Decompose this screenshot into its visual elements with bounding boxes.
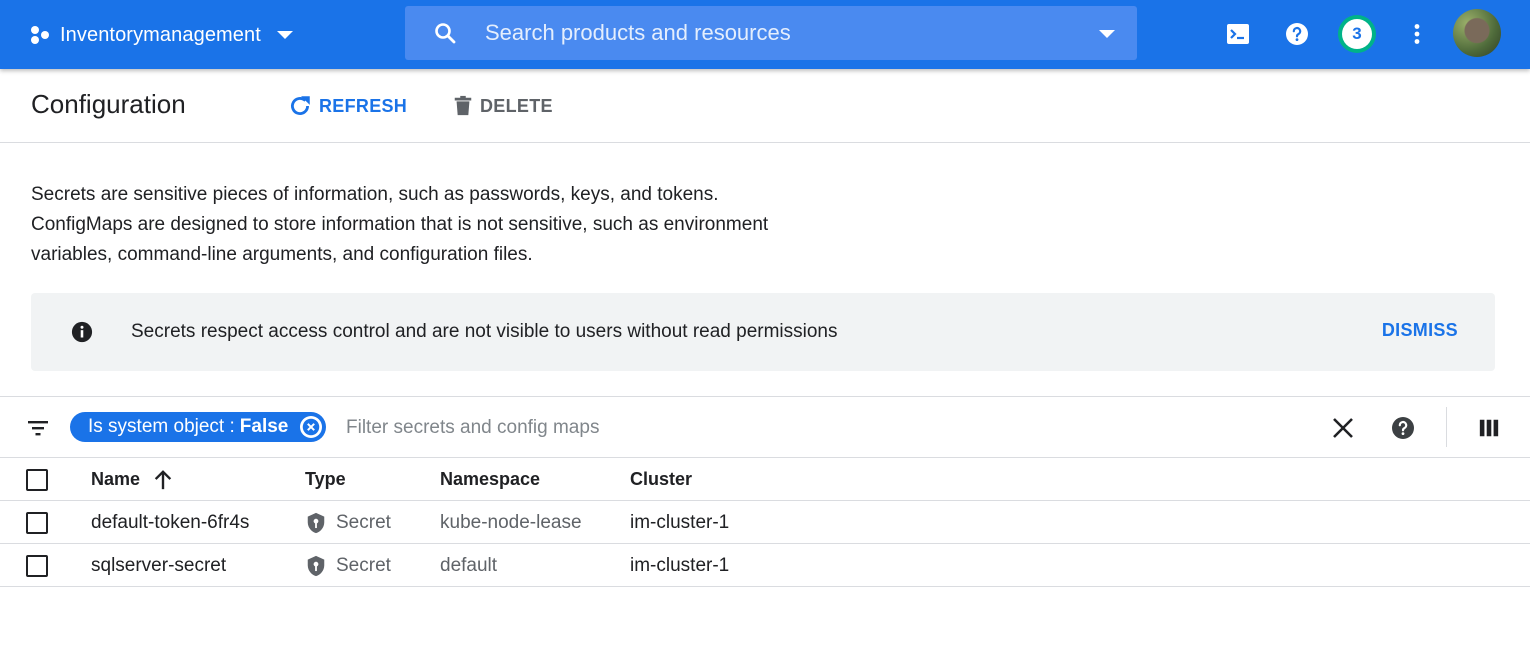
project-dots-icon xyxy=(30,25,50,45)
secret-name-link[interactable]: default-token-6fr4s xyxy=(91,501,249,544)
cloud-shell-button[interactable] xyxy=(1221,17,1255,51)
select-all-checkbox[interactable] xyxy=(26,469,48,491)
description-line-3: variables, command-line arguments, and c… xyxy=(31,244,533,265)
column-header-name-label: Name xyxy=(91,469,141,489)
cluster-cell: im-cluster-1 xyxy=(630,511,730,533)
info-banner: Secrets respect access control and are n… xyxy=(31,293,1495,371)
help-icon xyxy=(1286,23,1308,45)
search-options-chevron-icon[interactable] xyxy=(1099,30,1115,38)
close-circle-icon xyxy=(303,418,320,436)
search-input[interactable] xyxy=(485,18,1065,48)
delete-button[interactable]: DELETE xyxy=(452,91,553,121)
more-vert-icon xyxy=(1414,24,1420,44)
column-header-namespace[interactable]: Namespace xyxy=(440,458,540,501)
chevron-down-icon xyxy=(276,31,293,39)
table-row: default-token-6fr4s Secret kube-node-lea… xyxy=(0,501,1530,544)
notification-count: 3 xyxy=(1342,19,1372,49)
toolbar-divider xyxy=(1446,407,1447,447)
shield-key-icon xyxy=(307,555,325,576)
close-icon xyxy=(1333,418,1353,438)
column-header-type[interactable]: Type xyxy=(305,458,346,501)
filter-bar: Is system object : False xyxy=(0,396,1530,458)
row-checkbox[interactable] xyxy=(26,555,48,577)
table-header-row: Name Type Namespace Cluster xyxy=(0,458,1530,501)
page-description: Secrets are sensitive pieces of informat… xyxy=(31,180,811,270)
column-header-name[interactable]: Name xyxy=(91,458,174,501)
chip-remove-button[interactable] xyxy=(300,416,323,438)
notifications-badge[interactable]: 3 xyxy=(1338,15,1376,53)
refresh-icon xyxy=(291,96,310,115)
delete-label: DELETE xyxy=(480,95,553,116)
column-display-icon xyxy=(1479,419,1499,437)
type-label: Secret xyxy=(336,511,391,533)
banner-message: Secrets respect access control and are n… xyxy=(131,321,838,342)
account-avatar[interactable] xyxy=(1453,9,1501,57)
top-app-bar: Inventorymanagement 3 xyxy=(0,0,1530,69)
namespace-cell: kube-node-lease xyxy=(440,511,582,533)
table-row: sqlserver-secret Secret default im-clust… xyxy=(0,544,1530,587)
type-cell: Secret xyxy=(305,544,391,587)
column-header-cluster[interactable]: Cluster xyxy=(630,458,692,501)
trash-icon xyxy=(454,95,472,116)
filter-help-button[interactable] xyxy=(1388,413,1418,443)
dismiss-button[interactable]: DISMISS xyxy=(1382,320,1458,341)
type-label: Secret xyxy=(336,554,391,576)
refresh-label: REFRESH xyxy=(319,95,408,116)
secrets-table: Name Type Namespace Cluster default-toke… xyxy=(0,458,1530,587)
chip-value: False xyxy=(239,416,289,437)
arrow-up-icon xyxy=(154,469,172,489)
description-line-1: Secrets are sensitive pieces of informat… xyxy=(31,184,719,205)
page-header: Configuration REFRESH DELETE xyxy=(0,69,1530,143)
project-selector[interactable]: Inventorymanagement xyxy=(30,20,293,50)
more-options-button[interactable] xyxy=(1400,17,1434,51)
help-icon xyxy=(1392,417,1414,439)
search-bar xyxy=(405,6,1137,60)
description-line-2: ConfigMaps are designed to store informa… xyxy=(31,214,769,235)
chip-key: Is system object : xyxy=(88,416,235,437)
filter-list-icon[interactable] xyxy=(26,417,50,439)
type-cell: Secret xyxy=(305,501,391,544)
project-name: Inventorymanagement xyxy=(60,23,261,46)
search-icon xyxy=(435,23,456,44)
secret-name-link[interactable]: sqlserver-secret xyxy=(91,544,226,587)
filter-chip-system-object[interactable]: Is system object : False xyxy=(70,412,327,442)
page-title: Configuration xyxy=(31,89,186,119)
filter-input[interactable] xyxy=(346,413,946,443)
cloud-shell-icon xyxy=(1227,24,1249,44)
info-icon xyxy=(71,321,93,343)
refresh-button[interactable]: REFRESH xyxy=(287,91,407,121)
clear-filters-button[interactable] xyxy=(1328,413,1358,443)
row-checkbox[interactable] xyxy=(26,512,48,534)
help-button[interactable] xyxy=(1280,17,1314,51)
shield-key-icon xyxy=(307,512,325,533)
cluster-cell: im-cluster-1 xyxy=(630,554,730,576)
namespace-cell: default xyxy=(440,554,498,576)
column-display-button[interactable] xyxy=(1474,413,1504,443)
